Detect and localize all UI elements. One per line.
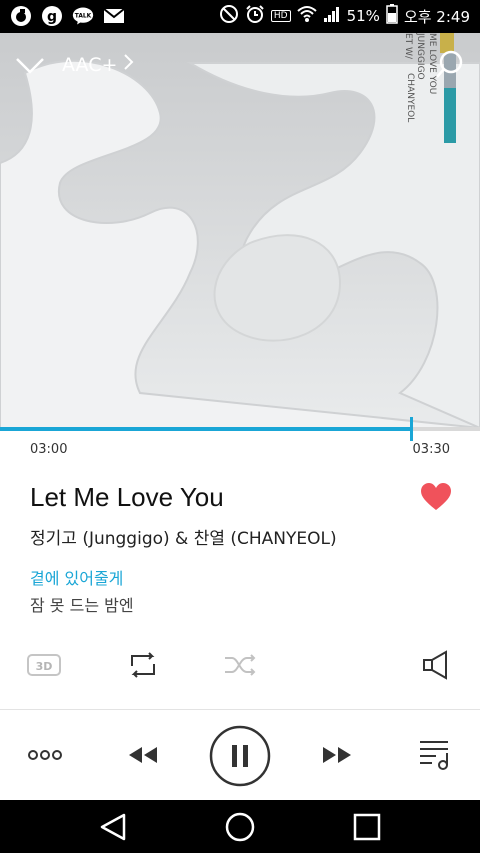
player-controls <box>0 715 480 795</box>
3d-effect-label: 3D <box>36 660 53 673</box>
chevron-right-icon <box>123 53 135 76</box>
speaker-icon[interactable] <box>418 648 454 682</box>
3d-effect-button[interactable]: 3D <box>26 648 62 682</box>
lyric-current-line[interactable]: 곁에 있어줄게 <box>30 565 123 589</box>
artist-name: 정기고 (Junggigo) & 찬열 (CHANYEOL) <box>30 529 337 549</box>
heart-icon[interactable] <box>420 482 452 512</box>
rewind-icon[interactable] <box>127 743 159 767</box>
seek-bar[interactable] <box>0 417 480 441</box>
chevron-down-icon[interactable] <box>14 49 46 81</box>
hd-icon: HD <box>270 10 291 22</box>
g-app-icon: g <box>41 5 63 27</box>
signal-icon <box>323 5 341 27</box>
battery-text: 51% <box>346 7 380 25</box>
repeat-icon[interactable] <box>125 648 161 682</box>
elapsed-time: 03:00 <box>30 442 68 457</box>
wifi-icon <box>296 5 317 27</box>
more-icon[interactable] <box>27 743 63 767</box>
back-icon[interactable] <box>96 810 130 844</box>
options-row: 3D <box>0 640 480 690</box>
mail-icon <box>103 5 125 27</box>
recents-icon[interactable] <box>350 810 384 844</box>
divider <box>0 709 480 710</box>
svg-text:g: g <box>47 9 57 25</box>
fast-forward-icon[interactable] <box>321 743 353 767</box>
playlist-icon[interactable] <box>418 737 452 773</box>
alarm-icon <box>245 4 265 28</box>
codec-button[interactable]: AAC+ <box>62 53 135 76</box>
header: AAC+ <box>0 33 480 97</box>
navigation-bar <box>0 800 480 853</box>
talk-icon: TALK <box>72 5 94 27</box>
seek-bar-thumb[interactable] <box>410 417 414 441</box>
home-icon[interactable] <box>223 810 257 844</box>
o-app-icon <box>10 5 32 27</box>
total-duration: 03:30 <box>412 442 450 457</box>
codec-label: AAC+ <box>62 53 118 76</box>
song-title: Let Me Love You <box>30 482 224 512</box>
talk-label: TALK <box>75 14 92 20</box>
pause-button[interactable] <box>209 725 271 787</box>
do-not-disturb-icon <box>219 4 239 28</box>
search-icon[interactable] <box>434 49 466 81</box>
pause-icon <box>232 745 237 767</box>
battery-icon <box>386 4 398 28</box>
status-bar: g TALK HD 51% 오후 2:49 <box>0 0 480 33</box>
shuffle-icon[interactable] <box>222 648 258 682</box>
clock: 오후 2:49 <box>403 7 470 26</box>
seek-bar-fill <box>0 427 412 431</box>
lyric-next-line[interactable]: 잠 못 드는 밤엔 <box>30 592 134 616</box>
